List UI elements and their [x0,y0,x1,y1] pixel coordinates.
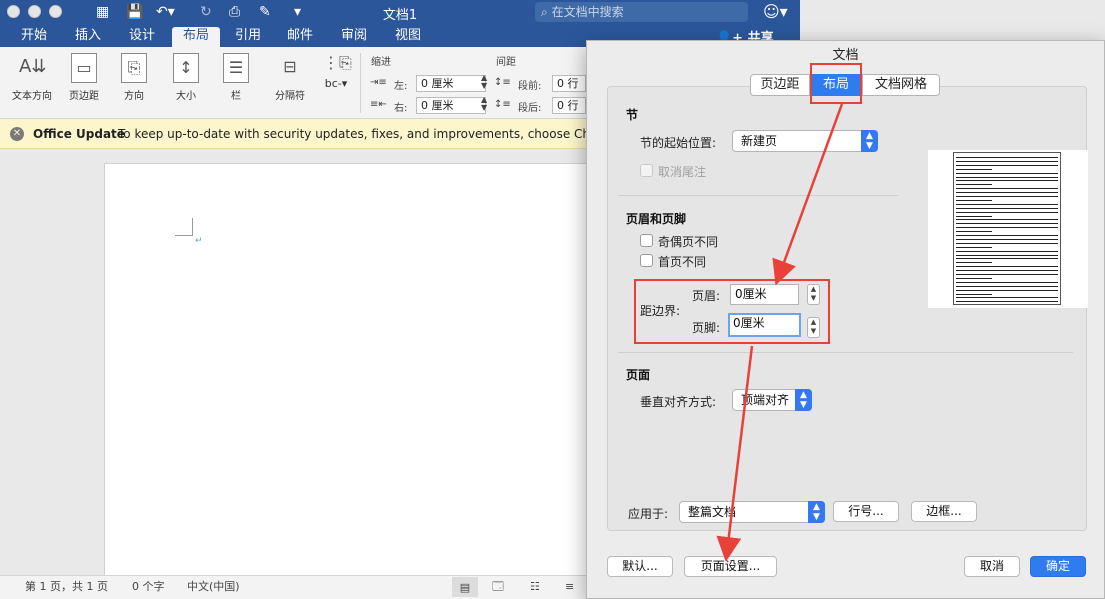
annotation-arrow-to-page-setup [716,345,754,562]
annotation-arrows [716,103,844,562]
annotation-arrow-to-fields [772,103,844,286]
